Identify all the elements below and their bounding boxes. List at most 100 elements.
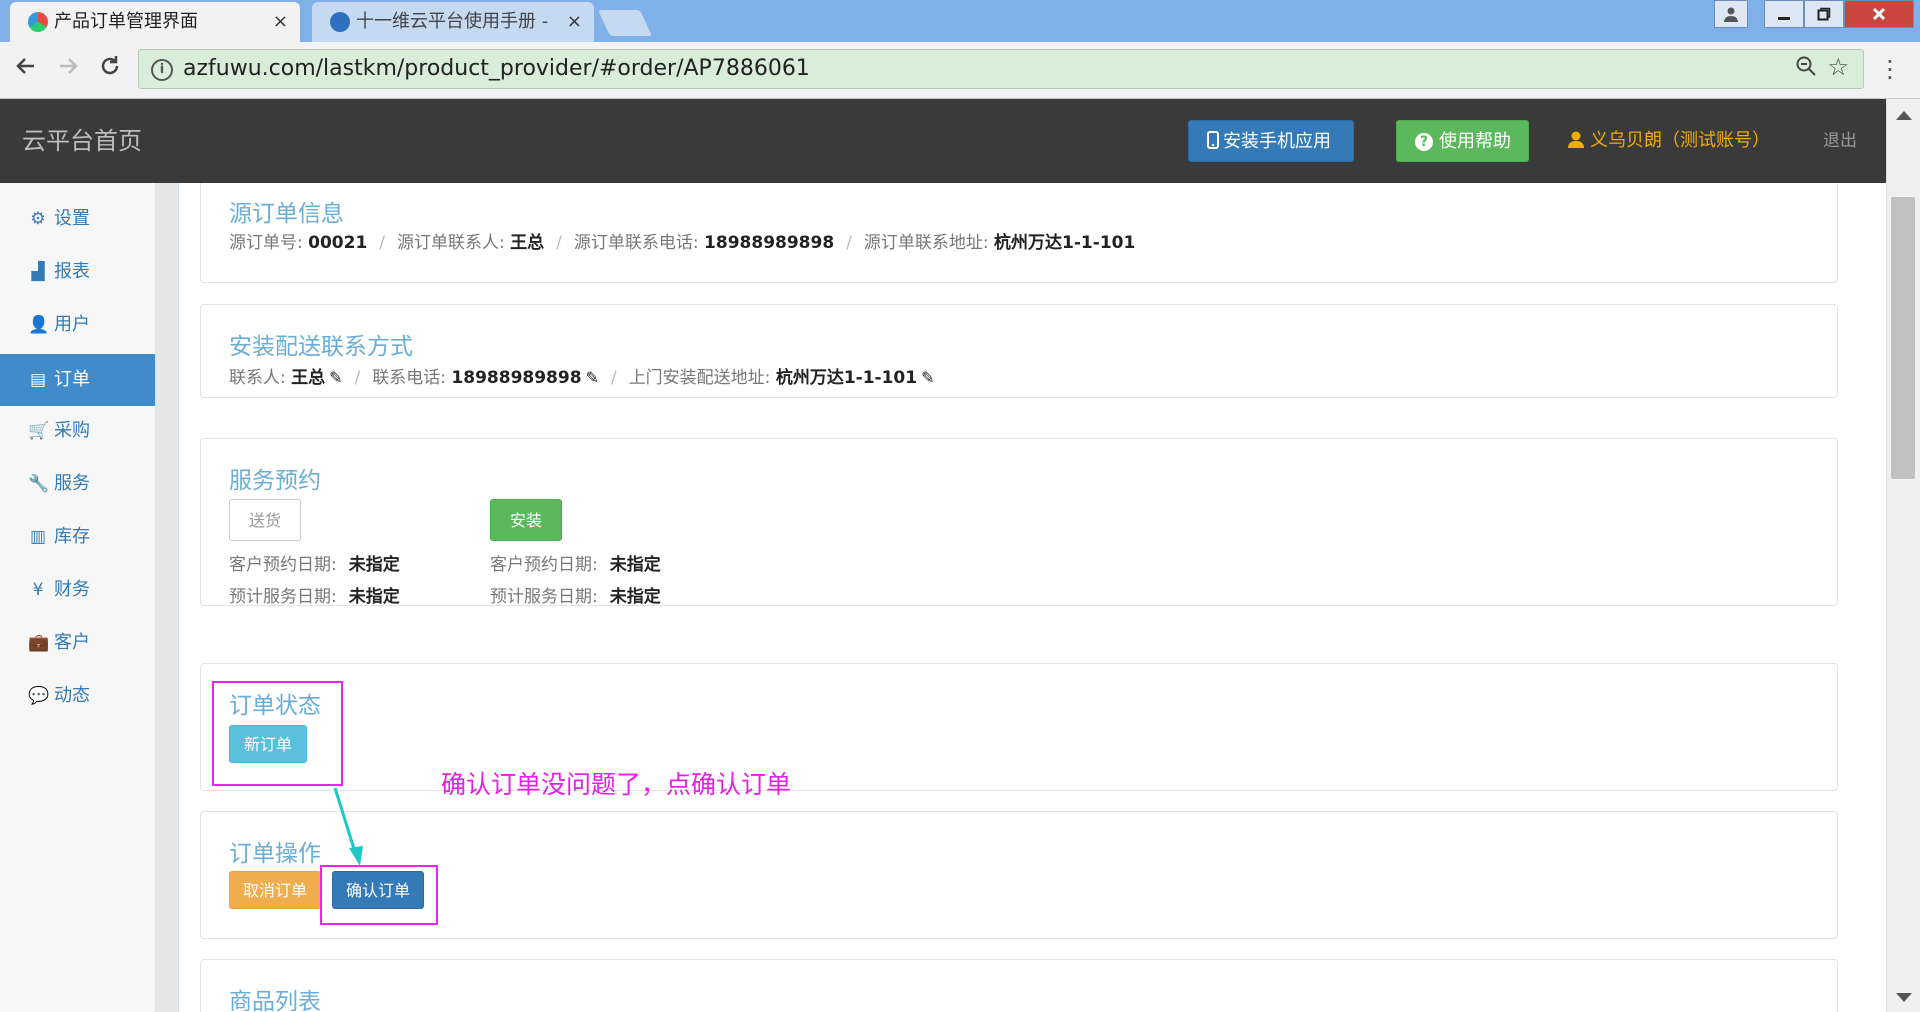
- cart-icon: 🛒: [28, 421, 50, 441]
- restore-button[interactable]: [1804, 0, 1844, 28]
- sidebar-item-reports[interactable]: ▟ 报表: [0, 246, 155, 298]
- tab-close-icon[interactable]: ×: [567, 2, 582, 42]
- help-button[interactable]: ? 使用帮助: [1396, 120, 1529, 162]
- sidebar-item-service[interactable]: 🔧 服务: [0, 458, 155, 510]
- tab-title: 产品订单管理界面: [54, 11, 198, 32]
- section-title: 源订单信息: [229, 201, 344, 227]
- section-title: 订单操作: [229, 841, 321, 867]
- section-title: 服务预约: [229, 468, 321, 494]
- sidebar-item-customers[interactable]: 💼 客户: [0, 617, 155, 669]
- sidebar-item-purchasing[interactable]: 🛒 采购: [0, 405, 155, 457]
- app-favicon-icon: [28, 12, 48, 32]
- forward-arrow-icon: [60, 58, 78, 74]
- delivery-service-button[interactable]: 送货: [229, 499, 301, 541]
- install-service-button[interactable]: 安装: [490, 499, 562, 541]
- order-operations-panel: 订单操作 取消订单 确认订单: [200, 811, 1838, 939]
- reload-icon: [101, 56, 119, 75]
- install-customer-date: 客户预约日期: 未指定: [490, 550, 661, 575]
- contact-value: 王总: [291, 368, 326, 388]
- profile-button[interactable]: [1714, 0, 1748, 28]
- browser-tab-active[interactable]: 产品订单管理界面 ×: [10, 2, 300, 42]
- sidebar-item-users[interactable]: 👤 用户: [0, 299, 155, 351]
- barcode-icon: ▥: [29, 527, 47, 547]
- address-value: 杭州万达1-1-101: [994, 233, 1136, 253]
- tab-title: 十一维云平台使用手册 -: [356, 11, 549, 32]
- customer-date-value: 未指定: [348, 555, 400, 575]
- address-label: 上门安装配送地址:: [628, 368, 771, 388]
- sidebar-gutter: [156, 183, 178, 1012]
- cancel-order-button[interactable]: 取消订单: [229, 871, 321, 909]
- window-close-button[interactable]: [1844, 0, 1914, 28]
- question-circle-icon: ?: [1415, 133, 1433, 151]
- install-app-button[interactable]: 安装手机应用: [1188, 120, 1354, 162]
- current-user[interactable]: 义乌贝朗（测试账号）: [1568, 99, 1770, 183]
- scroll-up-arrow-icon[interactable]: [1896, 111, 1912, 120]
- separator: /: [354, 368, 361, 388]
- contact-label: 联系人:: [229, 368, 286, 388]
- separator: /: [556, 233, 562, 253]
- reload-button[interactable]: [98, 54, 122, 85]
- sidebar-item-label: 订单: [54, 369, 90, 390]
- scrollbar-thumb[interactable]: [1891, 197, 1915, 479]
- address-value: 杭州万达1-1-101: [775, 368, 918, 388]
- forward-button[interactable]: [56, 54, 80, 85]
- source-order-panel: 源订单信息 源订单号: 00021 / 源订单联系人: 王总 / 源订单联系电话: 18…: [200, 183, 1838, 283]
- customer-date-value: 未指定: [609, 555, 661, 575]
- gear-icon: ⚙: [30, 209, 46, 229]
- sidebar-item-label: 采购: [54, 420, 90, 441]
- brand-home-link[interactable]: 云平台首页: [22, 99, 142, 183]
- bar-chart-icon: ▟: [31, 262, 45, 282]
- customer-date-label: 客户预约日期:: [490, 555, 598, 575]
- main-content: 源订单信息 源订单号: 00021 / 源订单联系人: 王总 / 源订单联系电话: 18…: [178, 183, 1859, 1012]
- tab-close-icon[interactable]: ×: [273, 2, 288, 42]
- minimize-button[interactable]: [1764, 0, 1804, 28]
- separator: /: [379, 233, 386, 253]
- section-title: 安装配送联系方式: [229, 334, 413, 360]
- scroll-down-arrow-icon[interactable]: [1896, 993, 1912, 1002]
- edit-pencil-icon[interactable]: ✎: [329, 368, 342, 387]
- back-button[interactable]: [14, 54, 38, 85]
- address-bar[interactable]: i azfuwu.com/lastkm/product_provider/#or…: [138, 49, 1864, 89]
- delivery-contact-details: 联系人: 王总 ✎ / 联系电话: 18988989898 ✎ / 上门安装配送地址: 杭州…: [229, 363, 935, 388]
- person-icon: [1724, 7, 1738, 22]
- planned-date-label: 预计服务日期:: [490, 587, 598, 607]
- status-highlight-box: [212, 681, 343, 786]
- sidebar-item-finance[interactable]: ¥ 财务: [0, 564, 155, 616]
- mobile-phone-icon: [1207, 121, 1219, 163]
- edit-pencil-icon[interactable]: ✎: [921, 368, 934, 387]
- sidebar-item-label: 用户: [54, 314, 90, 335]
- product-list-panel: 商品列表: [200, 959, 1838, 1012]
- delivery-planned-date: 预计服务日期: 未指定: [229, 582, 400, 607]
- sidebar-item-label: 设置: [54, 208, 90, 229]
- order-no-label: 源订单号:: [229, 233, 303, 253]
- browser-menu-icon[interactable]: ⋮: [1878, 52, 1902, 86]
- customer-date-label: 客户预约日期:: [229, 555, 337, 575]
- site-info-icon[interactable]: i: [151, 59, 173, 81]
- page-scrollbar[interactable]: [1886, 99, 1920, 1012]
- new-tab-button[interactable]: [597, 10, 653, 36]
- zoom-icon[interactable]: [1795, 55, 1817, 83]
- sidebar-item-label: 报表: [54, 261, 90, 282]
- sidebar-item-label: 财务: [54, 579, 90, 600]
- sidebar-item-settings[interactable]: ⚙ 设置: [0, 193, 155, 245]
- sidebar-item-label: 库存: [54, 526, 90, 547]
- planned-date-value: 未指定: [348, 587, 400, 607]
- edit-pencil-icon[interactable]: ✎: [586, 368, 599, 387]
- source-order-details: 源订单号: 00021 / 源订单联系人: 王总 / 源订单联系电话: 18988989…: [229, 228, 1135, 253]
- section-title: 商品列表: [229, 989, 321, 1012]
- confirm-highlight-box: [320, 865, 438, 925]
- sidebar-item-label: 客户: [54, 632, 90, 653]
- doc-favicon-icon: [330, 12, 350, 32]
- url-text[interactable]: azfuwu.com/lastkm/product_provider/#orde…: [183, 50, 810, 88]
- minimize-icon: [1778, 17, 1790, 20]
- sidebar-item-orders[interactable]: ▤ 订单: [0, 354, 155, 406]
- browser-tab-inactive[interactable]: 十一维云平台使用手册 - ×: [312, 2, 594, 42]
- logout-link[interactable]: 退出: [1823, 99, 1857, 183]
- separator: /: [610, 368, 617, 388]
- user-icon: 👤: [28, 315, 50, 335]
- sidebar-item-inventory[interactable]: ▥ 库存: [0, 511, 155, 563]
- annotation-arrow-icon: [333, 787, 363, 866]
- bookmark-star-icon[interactable]: ☆: [1827, 53, 1849, 81]
- restore-icon: [1817, 7, 1831, 21]
- sidebar-item-activity[interactable]: 💬 动态: [0, 670, 155, 722]
